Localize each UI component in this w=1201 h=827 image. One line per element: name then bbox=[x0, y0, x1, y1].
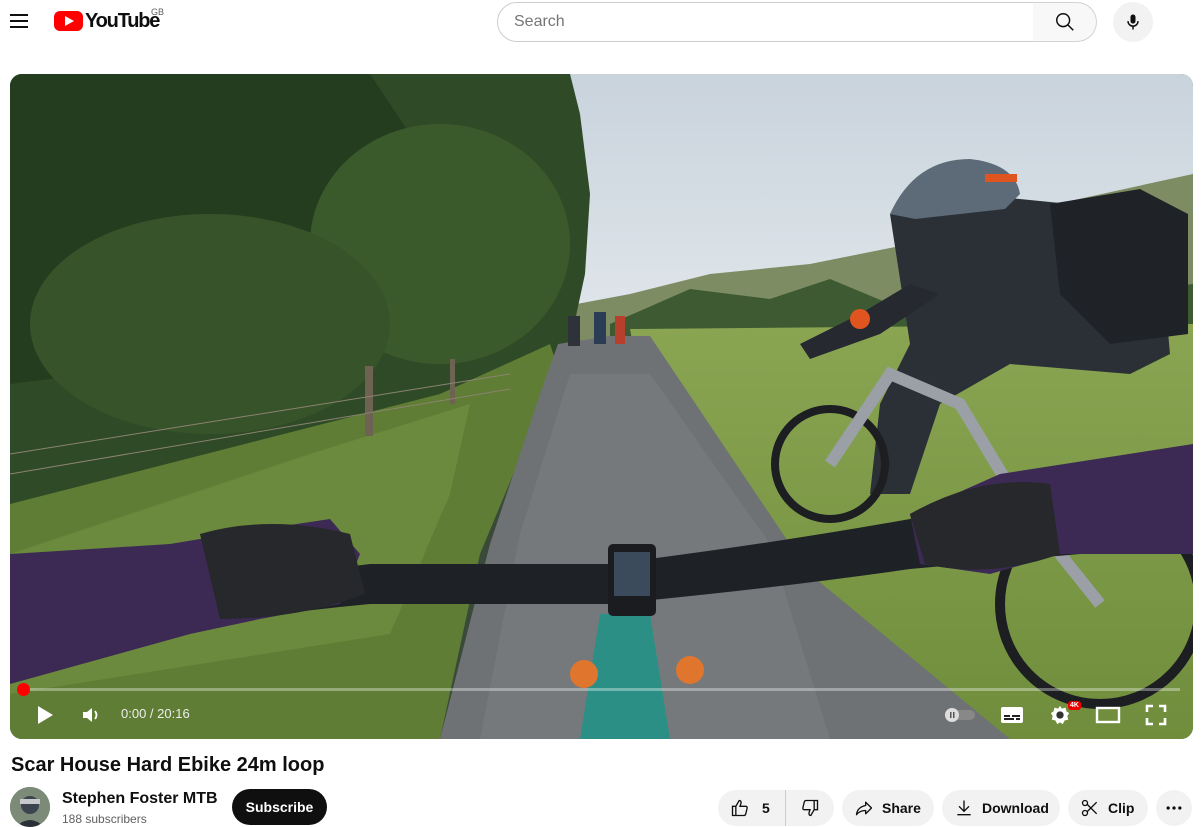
clip-icon bbox=[1081, 799, 1098, 817]
youtube-logo[interactable]: YouTube bbox=[54, 9, 160, 32]
channel-avatar[interactable] bbox=[10, 787, 50, 827]
download-button[interactable]: Download bbox=[942, 790, 1060, 826]
subscribe-button[interactable]: Subscribe bbox=[232, 789, 327, 825]
theater-mode-icon bbox=[1095, 706, 1121, 724]
subtitles-icon bbox=[1001, 707, 1023, 723]
progress-bar[interactable] bbox=[22, 688, 1180, 691]
more-icon bbox=[1166, 806, 1182, 810]
subtitles-button[interactable] bbox=[998, 702, 1026, 728]
masthead: YouTube GB bbox=[0, 0, 1201, 44]
dislike-icon bbox=[802, 799, 819, 817]
search-button[interactable] bbox=[1033, 2, 1097, 42]
dislike-button[interactable] bbox=[786, 790, 834, 826]
like-dislike-group: 5 bbox=[718, 790, 834, 826]
channel-name[interactable]: Stephen Foster MTB bbox=[62, 790, 218, 808]
time-display: 0:00 / 20:16 bbox=[121, 706, 190, 721]
like-count: 5 bbox=[762, 800, 770, 816]
avatar-image bbox=[10, 787, 50, 827]
play-icon bbox=[38, 706, 53, 724]
share-icon bbox=[855, 801, 873, 816]
video-frame bbox=[10, 74, 1193, 739]
download-icon bbox=[957, 800, 971, 816]
video-title: Scar House Hard Ebike 24m loop bbox=[11, 754, 325, 776]
play-button[interactable] bbox=[32, 702, 58, 728]
theater-mode-button[interactable] bbox=[1094, 702, 1122, 728]
volume-icon bbox=[83, 708, 98, 722]
share-label: Share bbox=[882, 800, 921, 816]
video-player[interactable]: 0:00 / 20:16 4K bbox=[10, 74, 1193, 739]
clip-button[interactable]: Clip bbox=[1068, 790, 1148, 826]
quality-badge: 4K bbox=[1068, 701, 1081, 710]
share-button[interactable]: Share bbox=[842, 790, 934, 826]
fullscreen-button[interactable] bbox=[1142, 702, 1170, 728]
logo-text: YouTube bbox=[85, 9, 160, 32]
menu-icon[interactable] bbox=[2, 2, 36, 40]
microphone-icon bbox=[1127, 14, 1139, 30]
voice-search-button[interactable] bbox=[1113, 2, 1153, 42]
more-actions-button[interactable] bbox=[1156, 790, 1192, 826]
fullscreen-icon bbox=[1145, 704, 1167, 726]
autoplay-toggle[interactable] bbox=[942, 704, 978, 726]
like-button[interactable]: 5 bbox=[718, 790, 786, 826]
progress-scrubber[interactable] bbox=[17, 683, 30, 696]
subscriber-count: 188 subscribers bbox=[62, 812, 147, 826]
region-label: GB bbox=[151, 7, 165, 17]
search-input[interactable] bbox=[497, 2, 1034, 42]
youtube-logo-icon bbox=[54, 11, 83, 31]
like-icon bbox=[731, 799, 748, 817]
clip-label: Clip bbox=[1108, 800, 1135, 816]
search-icon bbox=[1055, 13, 1074, 31]
autoplay-toggle-icon bbox=[945, 708, 975, 722]
mute-button[interactable] bbox=[78, 702, 104, 728]
download-label: Download bbox=[982, 800, 1049, 816]
